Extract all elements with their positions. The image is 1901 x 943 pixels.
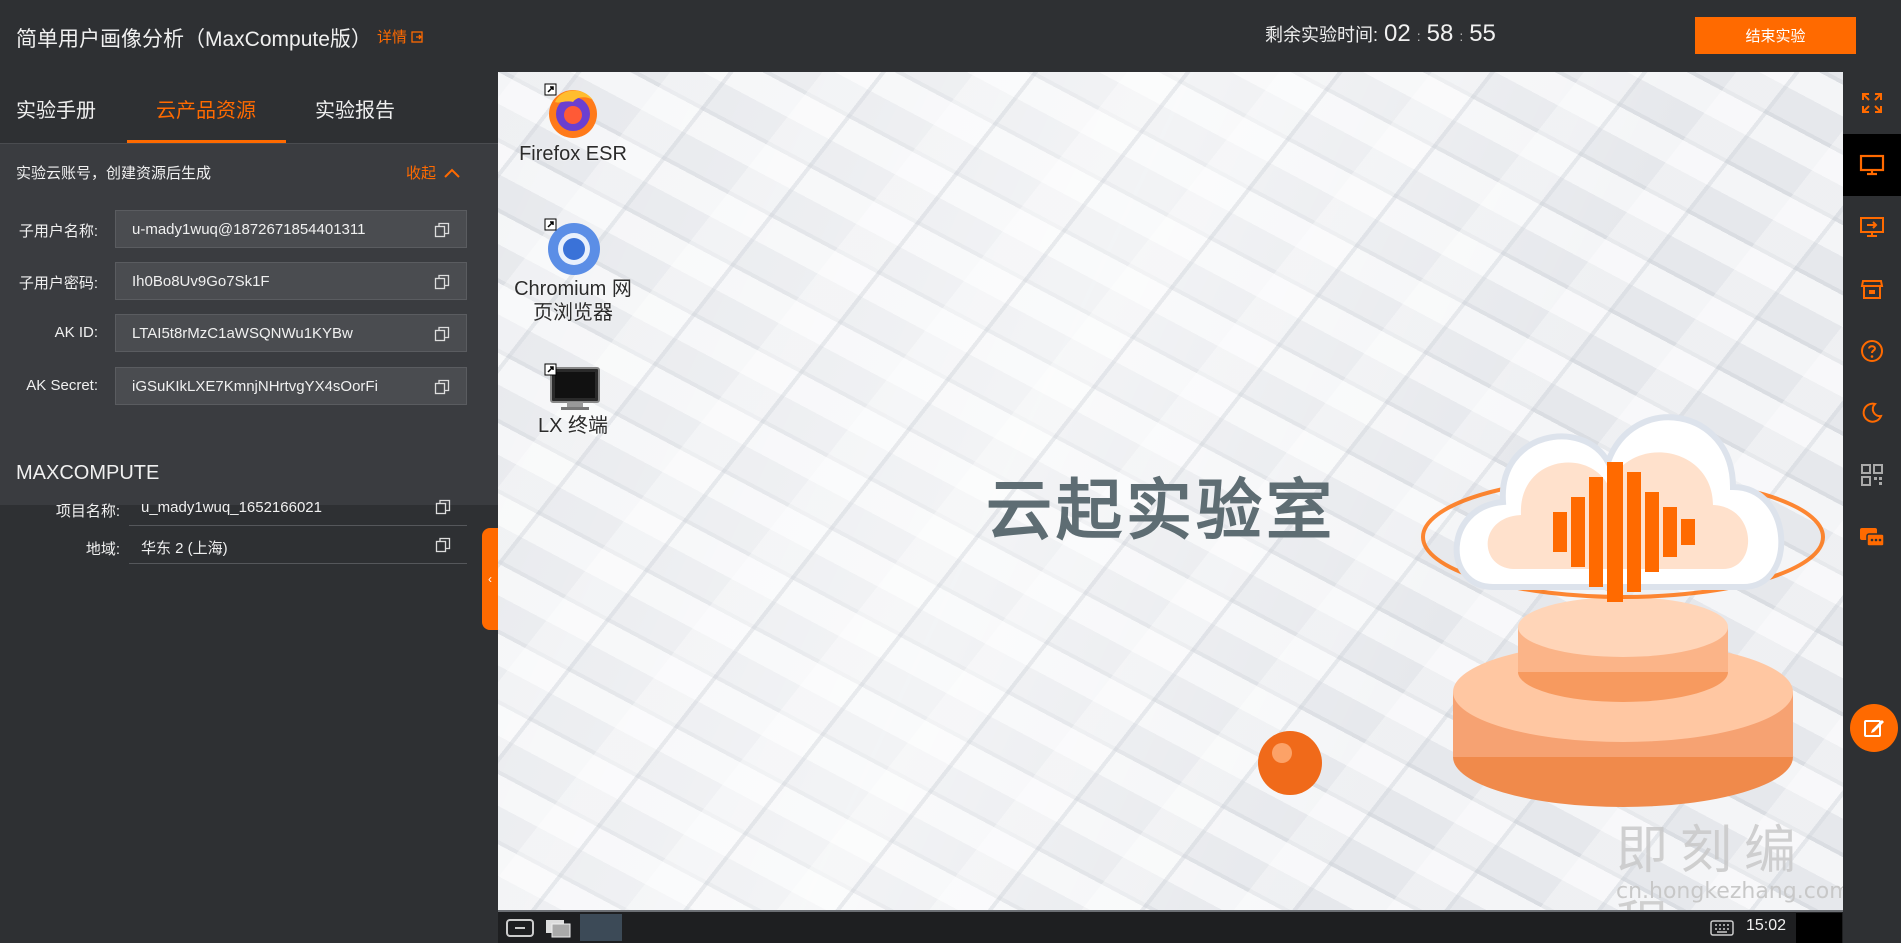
tab-report[interactable]: 实验报告 [315, 94, 395, 123]
end-experiment-button[interactable]: 结束实验 [1695, 17, 1856, 54]
project-name-value: u_mady1wuq_1652166021 [141, 499, 322, 516]
project-name-label: 项目名称: [55, 503, 120, 520]
timer-minutes: 58 [1426, 20, 1454, 47]
tab-manual[interactable]: 实验手册 [16, 94, 96, 123]
page-title: 简单用户画像分析（MaxCompute版） [16, 28, 372, 51]
edit-icon [1864, 720, 1884, 737]
left-panel: 实验手册 云产品资源 实验报告 实验云账号，创建资源后生成 收起 子用户名称: … [0, 72, 498, 943]
remote-desktop[interactable]: Firefox ESR Chromium 网页浏览器 LX 终端 云起实验室 即… [498, 72, 1843, 910]
timer-label: 剩余实验时间: [1265, 25, 1379, 45]
password-label: 子用户密码: [18, 275, 98, 292]
copy-icon[interactable] [435, 499, 451, 515]
password-field[interactable]: Ih0Bo8Uv9Go7Sk1F [115, 262, 467, 300]
cloud-logo-illustration [1421, 414, 1825, 807]
remote-desktop-icon [1860, 217, 1884, 237]
details-label: 详情 [377, 29, 408, 46]
panel-toggle-handle[interactable]: ‹ [482, 528, 498, 630]
remote-desktop-button[interactable] [1843, 196, 1901, 258]
desktop-icon-chromium[interactable]: Chromium 网页浏览器 [513, 217, 633, 325]
taskbar-clock: 15:02 [1746, 917, 1787, 934]
ak-id-label: AK ID: [54, 324, 98, 341]
store-button[interactable] [1843, 258, 1901, 320]
desktop-icon-label: LX 终端 [537, 415, 609, 437]
timer-hours: 02 [1384, 20, 1411, 47]
help-icon [1861, 340, 1883, 362]
external-link-icon [411, 31, 423, 43]
ak-secret-field[interactable]: iGSuKIkLXE7KmnjNHrtvgYX4sOorFi [115, 367, 467, 405]
copy-icon[interactable] [434, 222, 450, 238]
region-label: 地域: [85, 541, 120, 558]
chevron-left-icon: ‹ [488, 572, 492, 586]
maxcompute-title: MAXCOMPUTE [16, 462, 160, 484]
monitor-icon [1859, 154, 1885, 176]
monitor-button[interactable] [1843, 134, 1901, 196]
taskbar-tray [1796, 913, 1842, 943]
copy-icon[interactable] [434, 274, 450, 290]
region-value: 华东 2 (上海) [141, 540, 228, 557]
store-icon [1860, 280, 1884, 299]
qrcode-button[interactable] [1843, 444, 1901, 506]
desktop-icon-firefox[interactable]: Firefox ESR [513, 82, 633, 166]
copy-icon[interactable] [434, 326, 450, 342]
password-value: Ih0Bo8Uv9Go7Sk1F [132, 273, 270, 290]
taskbar-window-slot[interactable] [580, 914, 622, 941]
chat-icon [1860, 528, 1885, 547]
copy-icon[interactable] [435, 537, 451, 553]
dark-mode-button[interactable] [1843, 382, 1901, 444]
qrcode-icon [1861, 464, 1883, 486]
show-desktop-icon[interactable] [544, 918, 572, 938]
timer-separator: : [1459, 28, 1464, 44]
chat-button[interactable] [1843, 506, 1901, 568]
desktop-icon-label: Firefox ESR [519, 143, 627, 165]
ak-secret-value: iGSuKIkLXE7KmnjNHrtvgYX4sOorFi [132, 378, 378, 395]
username-label: 子用户名称: [18, 223, 98, 240]
copy-icon[interactable] [434, 379, 450, 395]
terminal-icon [544, 363, 600, 410]
brand-text: 云起实验室 [986, 472, 1336, 549]
chromium-icon [544, 218, 600, 275]
tab-bar: 实验手册 云产品资源 实验报告 [0, 72, 498, 144]
fullscreen-button[interactable] [1843, 72, 1901, 134]
timer-seconds: 55 [1469, 20, 1496, 47]
dark-mode-icon [1862, 402, 1883, 423]
ak-secret-label: AK Secret: [26, 377, 98, 394]
menu-button-icon[interactable] [506, 918, 534, 938]
chevron-up-icon [444, 168, 460, 178]
top-bar: 简单用户画像分析（MaxCompute版） 详情 剩余实验时间: 02 : 58… [0, 0, 1901, 72]
collapse-label: 收起 [406, 165, 437, 182]
keyboard-icon[interactable] [1710, 919, 1734, 937]
desktop-taskbar: 15:02 [498, 910, 1843, 943]
active-tab-indicator [127, 140, 286, 143]
details-link[interactable]: 详情 [377, 26, 424, 47]
right-toolbar [1843, 72, 1901, 943]
region-field[interactable]: 华东 2 (上海) [129, 528, 467, 564]
orange-sphere-decoration [1258, 731, 1322, 795]
ak-id-value: LTAI5t8rMzC1aWSQNWu1KYBw [132, 325, 353, 342]
username-value: u-mady1wuq@1872671854401311 [132, 221, 366, 238]
watermark-url: cn.hongkezhang.com [1616, 879, 1843, 904]
account-heading: 实验云账号，创建资源后生成 [16, 165, 212, 182]
firefox-icon [544, 83, 597, 138]
timer-separator: : [1416, 28, 1421, 44]
help-button[interactable] [1843, 320, 1901, 382]
desktop-icon-label: Chromium 网页浏览器 [514, 278, 632, 324]
tab-cloud-resources[interactable]: 云产品资源 [156, 94, 256, 123]
fullscreen-icon [1862, 93, 1882, 113]
username-field[interactable]: u-mady1wuq@1872671854401311 [115, 210, 467, 248]
collapse-button[interactable]: 收起 [406, 162, 460, 183]
project-name-field[interactable]: u_mady1wuq_1652166021 [129, 490, 467, 526]
desktop-icon-terminal[interactable]: LX 终端 [513, 362, 633, 438]
remaining-time: 剩余实验时间: 02 : 58 : 55 [1265, 20, 1496, 48]
ak-id-field[interactable]: LTAI5t8rMzC1aWSQNWu1KYBw [115, 314, 467, 352]
notes-button[interactable] [1850, 704, 1898, 752]
